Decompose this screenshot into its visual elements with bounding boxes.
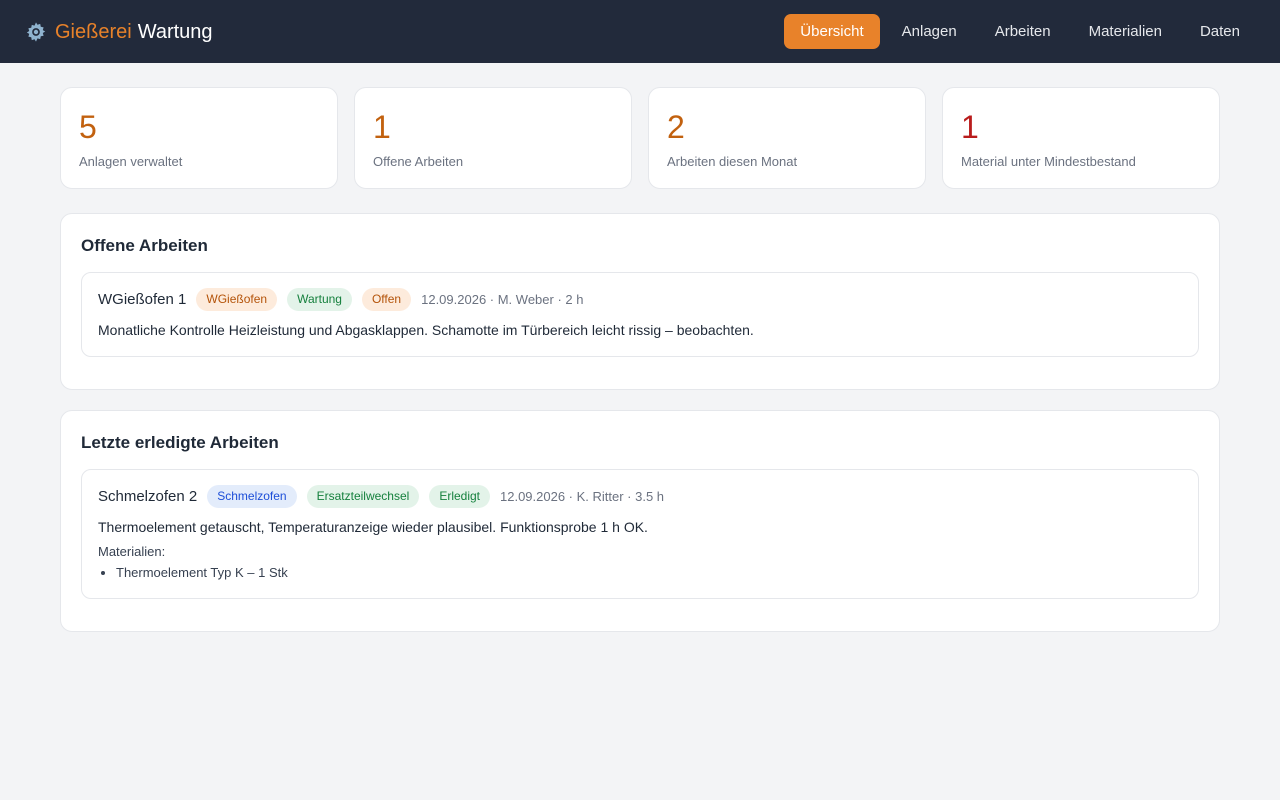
job-name: WGießofen 1: [98, 290, 187, 308]
stat-card-anlagen: 5 Anlagen verwaltet: [60, 87, 338, 189]
nav-item-uebersicht[interactable]: Übersicht: [784, 14, 880, 49]
stat-label: Material unter Mindestbestand: [961, 154, 1136, 169]
stat-label: Arbeiten diesen Monat: [667, 154, 798, 169]
status-badge: Erledigt: [429, 484, 490, 508]
brand-accent: Gießerei: [55, 20, 132, 43]
job-meta: 12.09.2026 · M. Weber · 2 h: [421, 291, 584, 307]
stats-row: 5 Anlagen verwaltet 1 Offene Arbeiten 2 …: [60, 87, 1220, 189]
job-description: Monatliche Kontrolle Heizleistung und Ab…: [98, 322, 754, 338]
materials-label: Materialien:: [98, 544, 166, 559]
job-header: WGießofen 1 WGießofen Wartung Offen 12.0…: [98, 287, 1182, 311]
stat-card-offene-arbeiten: 1 Offene Arbeiten: [354, 87, 632, 189]
job-card[interactable]: Schmelzofen 2 Schmelzofen Ersatzteilwech…: [81, 469, 1199, 599]
top-bar: Gießerei Wartung Übersicht Anlagen Arbei…: [0, 0, 1280, 63]
job-header: Schmelzofen 2 Schmelzofen Ersatzteilwech…: [98, 484, 1182, 508]
done-jobs-panel: Letzte erledigte Arbeiten Schmelzofen 2 …: [60, 410, 1220, 632]
stat-value: 1: [373, 109, 391, 145]
panel-title: Offene Arbeiten: [81, 236, 208, 255]
panel-title: Letzte erledigte Arbeiten: [81, 433, 279, 452]
nav-item-arbeiten[interactable]: Arbeiten: [979, 14, 1067, 49]
materials-list: Thermoelement Typ K – 1 Stk: [98, 565, 1182, 581]
stat-label: Offene Arbeiten: [373, 154, 464, 169]
brand[interactable]: Gießerei Wartung: [24, 20, 213, 44]
stat-card-material-mindestbestand: 1 Material unter Mindestbestand: [942, 87, 1220, 189]
stat-value: 1: [961, 109, 979, 145]
asset-type-badge: Schmelzofen: [207, 484, 297, 508]
brand-main: Wartung: [137, 20, 213, 43]
main-content: 5 Anlagen verwaltet 1 Offene Arbeiten 2 …: [0, 63, 1280, 632]
nav-item-materialien[interactable]: Materialien: [1073, 14, 1178, 49]
stat-value: 2: [667, 109, 685, 145]
job-type-badge: Ersatzteilwechsel: [306, 484, 420, 508]
nav-item-anlagen[interactable]: Anlagen: [886, 14, 973, 49]
gear-icon: [24, 20, 48, 44]
job-meta: 12.09.2026 · K. Ritter · 3.5 h: [500, 488, 665, 504]
open-jobs-panel: Offene Arbeiten WGießofen 1 WGießofen Wa…: [60, 213, 1220, 390]
nav-item-daten[interactable]: Daten: [1184, 14, 1256, 49]
job-card[interactable]: WGießofen 1 WGießofen Wartung Offen 12.0…: [81, 272, 1199, 357]
status-badge: Offen: [361, 287, 412, 311]
job-name: Schmelzofen 2: [98, 487, 198, 505]
job-description: Thermoelement getauscht, Temperaturanzei…: [98, 519, 648, 535]
asset-type-badge: WGießofen: [196, 287, 278, 311]
main-nav: Übersicht Anlagen Arbeiten Materialien D…: [778, 14, 1256, 49]
job-type-badge: Wartung: [287, 287, 352, 311]
stat-label: Anlagen verwaltet: [79, 154, 183, 169]
stat-card-arbeiten-monat: 2 Arbeiten diesen Monat: [648, 87, 926, 189]
stat-value: 5: [79, 109, 97, 145]
material-item: Thermoelement Typ K – 1 Stk: [116, 565, 1182, 581]
